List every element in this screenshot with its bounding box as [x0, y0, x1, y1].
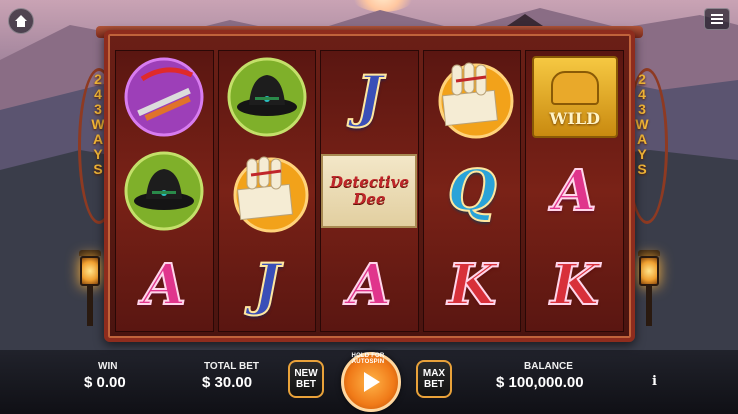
ways-char: 3: [638, 101, 646, 117]
max-bet-button[interactable]: MAX BET: [416, 360, 452, 398]
scroll-icon: [438, 62, 514, 139]
balance-label: BALANCE: [524, 361, 573, 372]
ways-char: A: [92, 131, 104, 147]
detective-dee-logo: Detective Dee: [329, 172, 409, 208]
ways-char: Y: [637, 146, 647, 162]
new-bet-button[interactable]: NEW BET: [288, 360, 324, 398]
reel-cell: J: [219, 240, 316, 331]
ways-char: 2: [94, 71, 102, 87]
reel-1: A: [115, 50, 214, 332]
symbol-a: A: [552, 157, 597, 224]
wild-symbol: WILD: [531, 55, 618, 138]
win-label: WIN: [98, 361, 118, 372]
symbol-a: A: [347, 252, 392, 319]
reel-cell: Q: [424, 145, 521, 236]
reel-cell: [116, 145, 213, 236]
reel-cell: K: [424, 240, 521, 331]
autospin-hint: HOLD FOR AUTOSPIN: [351, 353, 385, 365]
balance-value: $ 100,000.00: [496, 374, 584, 391]
reel-cell: [116, 51, 213, 142]
ways-char: 4: [94, 86, 102, 102]
ways-char: 3: [94, 101, 102, 117]
symbol-k: K: [447, 252, 498, 319]
reel-5: WILD A K: [525, 50, 624, 332]
ways-right: 243WAYS: [633, 72, 651, 212]
ways-char: S: [637, 161, 647, 177]
ways-char: W: [91, 116, 105, 132]
ways-char: W: [635, 116, 649, 132]
hamburger-icon: [711, 14, 723, 24]
reel-2: J: [217, 50, 317, 332]
reel-cell: [219, 145, 316, 236]
tiger-icon: [550, 70, 599, 105]
right-lantern: [636, 250, 662, 326]
reel-3: J Detective Dee A: [320, 50, 419, 332]
symbol-j: J: [253, 252, 281, 319]
reel-cell: Detective Dee: [321, 145, 418, 236]
ways-char: Y: [93, 146, 103, 162]
symbol-j: J: [355, 63, 383, 130]
symbol-a: A: [142, 252, 187, 319]
symbol-q: Q: [447, 157, 498, 224]
sword-icon: [124, 57, 204, 137]
ways-char: 2: [638, 71, 646, 87]
info-button[interactable]: i: [652, 374, 657, 389]
left-lantern: [77, 250, 103, 326]
ways-char: A: [636, 131, 648, 147]
play-icon: [364, 372, 380, 392]
hat-icon: [124, 151, 204, 231]
reel-cell: A: [321, 240, 418, 331]
reel-4: QK: [422, 50, 522, 332]
reel-cell: J: [321, 51, 418, 142]
reel-cell: A: [526, 145, 623, 236]
reel-cell: [219, 51, 316, 142]
win-value: $ 0.00: [84, 374, 126, 391]
scroll-icon: [233, 156, 309, 233]
reel-cell: [424, 51, 521, 142]
reel-cell: WILD: [526, 51, 623, 142]
home-button[interactable]: [8, 8, 34, 34]
menu-button[interactable]: [704, 8, 730, 30]
detective-dee-symbol: Detective Dee: [321, 153, 418, 228]
home-icon: [15, 15, 27, 27]
reel-cell: A: [116, 240, 213, 331]
wild-label: WILD: [549, 108, 600, 128]
ways-char: 4: [638, 86, 646, 102]
ways-char: S: [93, 161, 103, 177]
total-bet-label: TOTAL BET: [204, 361, 259, 372]
symbol-k: K: [549, 252, 600, 319]
total-bet-value: $ 30.00: [202, 374, 253, 391]
reels-area: A J J Detective Dee A Q K WILD A K: [115, 50, 624, 332]
hat-icon: [227, 57, 307, 137]
reel-cell: K: [526, 240, 623, 331]
